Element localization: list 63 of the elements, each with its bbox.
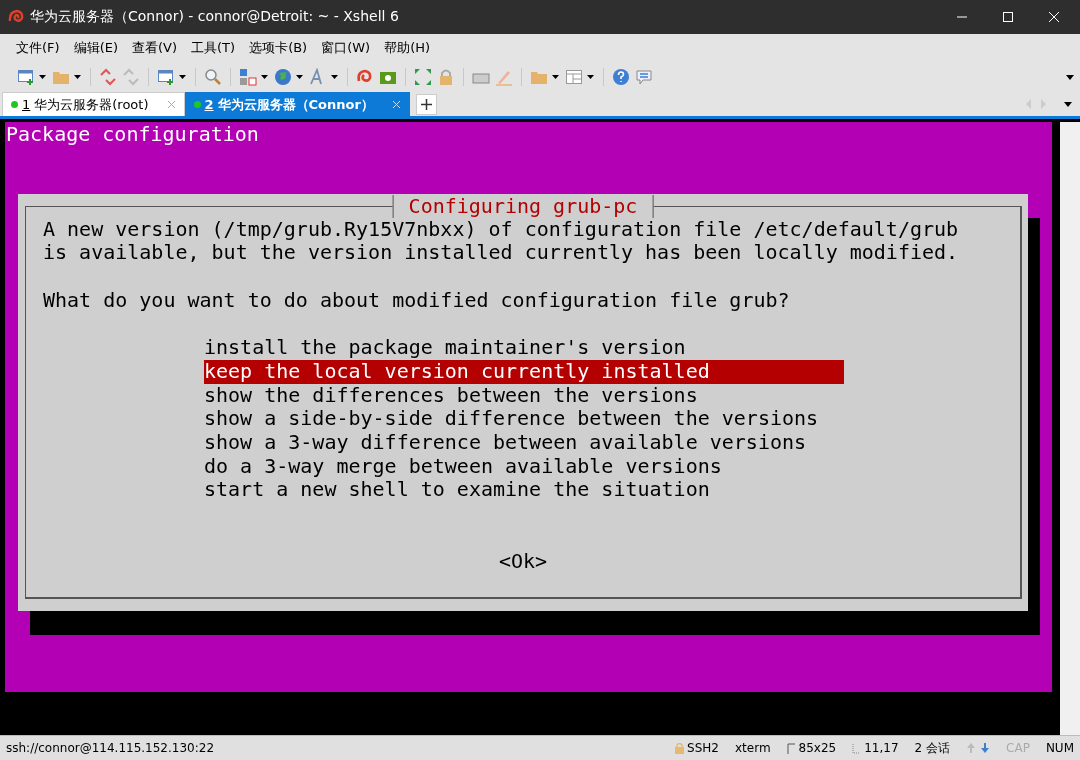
lock-icon (675, 742, 685, 754)
resize-icon (786, 742, 796, 754)
dropdown-caret-icon[interactable] (296, 75, 303, 79)
search-icon[interactable] (204, 68, 222, 86)
session-tab[interactable]: 1 华为云服务器(root) (2, 92, 185, 116)
dialog-question: What do you want to do about modified configuration file grub? (43, 288, 791, 313)
menu-item[interactable]: 文件(F) (14, 39, 62, 57)
dropdown-caret-icon[interactable] (74, 75, 81, 79)
dialog-message-line: A new version (/tmp/grub.Ry15V7nbxx) of configuration file /etc/default/grub (43, 217, 960, 242)
spiral-logo-icon (8, 9, 24, 25)
tab-list-caret-icon[interactable] (1064, 101, 1072, 107)
menu-item[interactable]: 窗口(W) (319, 39, 373, 57)
menu-item[interactable]: 编辑(E) (71, 39, 120, 57)
transfer-icon[interactable] (239, 68, 257, 86)
status-dot-icon (11, 101, 18, 108)
dropdown-caret-icon[interactable] (587, 75, 594, 79)
menu-option[interactable]: show a side-by-side difference between the versions (204, 407, 844, 431)
dropdown-caret-icon[interactable] (39, 75, 46, 79)
menu-option[interactable]: keep the local version currently installed (204, 359, 844, 384)
terminal-header: Package configuration (5, 123, 260, 147)
status-text: 85x25 (798, 741, 837, 755)
cursor-icon (852, 742, 862, 754)
tab-label: 华为云服务器(root) (34, 95, 149, 114)
ok-button[interactable]: <Ok> (498, 549, 548, 574)
scrollbar[interactable] (1060, 122, 1080, 735)
overflow-caret-icon[interactable] (1066, 74, 1074, 80)
status-text: xterm (735, 741, 771, 755)
dropdown-caret-icon[interactable] (552, 75, 559, 79)
lock-icon[interactable] (437, 68, 455, 86)
menu-option[interactable]: start a new shell to examine the situation (204, 478, 844, 503)
chat-icon[interactable] (635, 68, 653, 86)
window-title: 华为云服务器（Connor) - connor@Detroit: ~ - Xshell 6 (30, 8, 399, 26)
connection-address: ssh://connor@114.115.152.130:22 (6, 741, 215, 755)
dropdown-caret-icon[interactable] (331, 75, 338, 79)
fullscreen-icon[interactable] (414, 68, 432, 86)
dialog-message-line: is available, but the version installed currently has been locally modified. (43, 241, 960, 266)
status-text: SSH2 (687, 741, 719, 755)
dialog-title: Configuring grub-pc (392, 194, 654, 219)
status-dot-icon (193, 101, 201, 108)
tab-label: 华为云服务器（Connor） (217, 95, 374, 114)
help-icon[interactable] (612, 68, 630, 86)
menu-item[interactable]: 查看(V) (130, 39, 180, 57)
window-settings-icon[interactable] (157, 68, 175, 86)
menu-item[interactable]: 选项卡(B) (247, 39, 310, 57)
menu-option[interactable]: show a 3-way difference between available versions (204, 431, 844, 455)
menu-option[interactable]: do a 3-way merge between available versions (204, 454, 844, 479)
tab-number: 2 (204, 97, 214, 112)
menu-item[interactable]: 工具(T) (189, 39, 238, 57)
maximize-icon[interactable] (1002, 11, 1014, 23)
status-text: 11,17 (864, 741, 899, 755)
session-tab[interactable]: 2 华为云服务器（Connor） (184, 92, 410, 116)
transfer-arrows-icon (966, 742, 991, 754)
menu-option[interactable]: show the differences between the versions (204, 383, 844, 408)
new-session-icon[interactable] (17, 68, 35, 86)
menu-option[interactable]: install the package maintainer's version (204, 336, 844, 360)
menu-item[interactable]: 帮助(H) (382, 39, 433, 57)
dropdown-caret-icon[interactable] (261, 75, 268, 79)
add-tab-icon[interactable] (415, 93, 437, 115)
status-text: NUM (1045, 741, 1074, 755)
tab-number: 1 (22, 97, 31, 112)
status-text: 2 会话 (914, 739, 951, 757)
dropdown-caret-icon[interactable] (179, 75, 186, 79)
globe-icon[interactable] (274, 68, 292, 86)
